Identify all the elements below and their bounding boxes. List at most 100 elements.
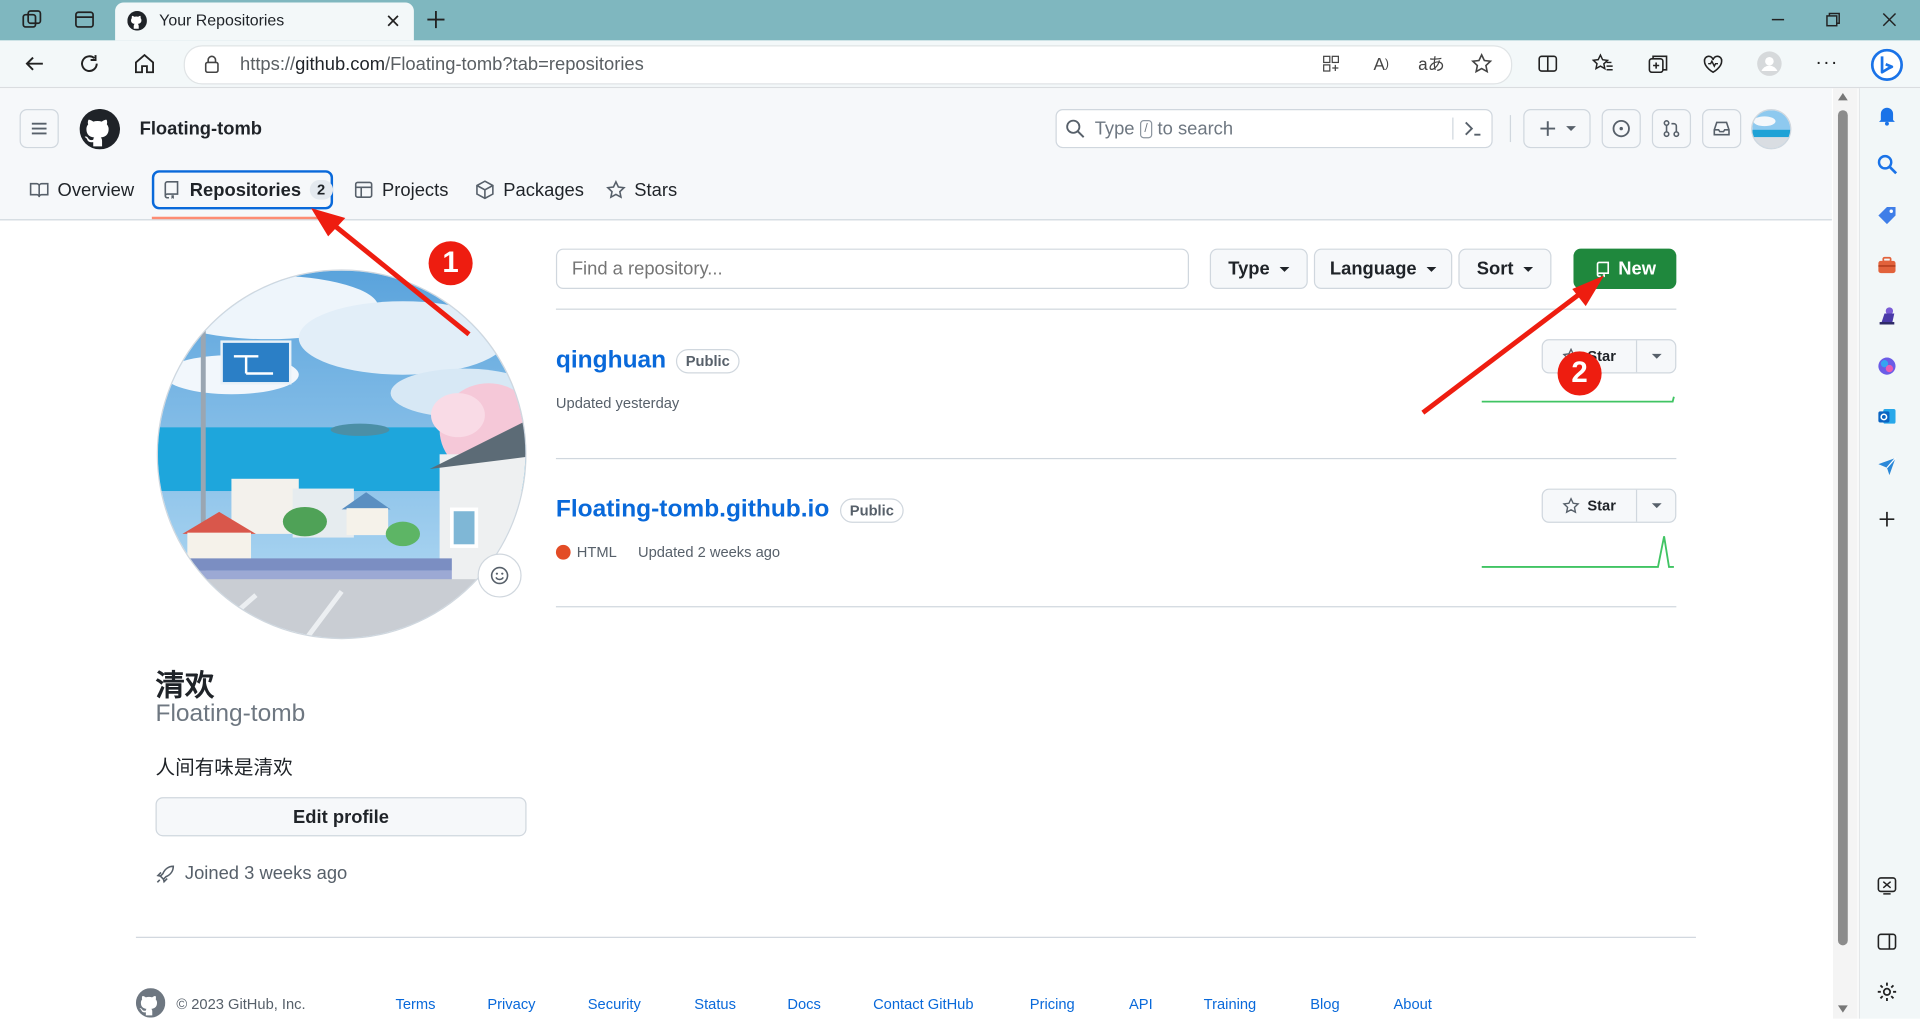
footer-link-about[interactable]: About: [1393, 996, 1431, 1013]
pull-requests-icon[interactable]: [1651, 108, 1692, 149]
repo-name-link[interactable]: qinghuan: [556, 347, 666, 375]
repo-list-divider: [555, 308, 1677, 310]
profile-avatar[interactable]: [156, 269, 527, 640]
step-marker-1: 1: [428, 241, 473, 286]
app-available-icon[interactable]: [1316, 49, 1345, 78]
tab-actions-icon[interactable]: [70, 5, 99, 34]
visibility-badge: Public: [675, 348, 740, 374]
star-button[interactable]: Star: [1541, 488, 1677, 523]
scroll-down-arrow-icon[interactable]: [1837, 1004, 1849, 1014]
home-icon[interactable]: [130, 49, 159, 78]
refresh-icon[interactable]: [75, 49, 104, 78]
footer-link-status[interactable]: Status: [694, 996, 736, 1013]
package-icon: [476, 180, 494, 200]
sidebar-search-icon[interactable]: [1872, 149, 1901, 178]
profile-icon[interactable]: [1755, 49, 1784, 78]
restore-icon[interactable]: [1818, 5, 1847, 34]
bing-copilot-icon[interactable]: [1869, 47, 1906, 84]
scroll-up-arrow-icon[interactable]: [1837, 92, 1849, 102]
language-filter-dropdown[interactable]: Language: [1313, 248, 1453, 289]
close-tab-icon[interactable]: [384, 12, 401, 29]
language-color-dot: [555, 544, 571, 560]
shopping-tag-icon[interactable]: [1872, 201, 1901, 230]
footer-link-api[interactable]: API: [1129, 996, 1153, 1013]
header-username[interactable]: Floating-tomb: [140, 119, 262, 140]
footer-link-privacy[interactable]: Privacy: [487, 996, 535, 1013]
footer-link-pricing[interactable]: Pricing: [1030, 996, 1075, 1013]
find-repository-input[interactable]: [555, 248, 1189, 289]
scrollbar-thumb[interactable]: [1837, 110, 1848, 946]
create-new-dropdown[interactable]: [1523, 108, 1591, 149]
repo-icon: [164, 181, 179, 199]
slash-key-hint: /: [1139, 120, 1153, 139]
tab-packages[interactable]: Packages: [475, 175, 584, 204]
github-footer-logo-icon[interactable]: [135, 988, 166, 1018]
hide-sidebar-icon[interactable]: [1872, 927, 1901, 956]
notification-bell-icon[interactable]: [1872, 100, 1901, 129]
tools-briefcase-icon[interactable]: [1872, 251, 1901, 280]
set-status-smiley-icon[interactable]: [477, 553, 522, 598]
footer-link-security[interactable]: Security: [588, 996, 641, 1013]
footer-link-terms[interactable]: Terms: [396, 996, 436, 1013]
translate-icon[interactable]: aあ: [1417, 49, 1446, 78]
browser-essentials-icon[interactable]: [1698, 49, 1727, 78]
new-repository-button[interactable]: New: [1573, 248, 1677, 289]
lock-icon[interactable]: [202, 54, 222, 74]
active-tab[interactable]: Your Repositories: [115, 2, 414, 41]
github-favicon-icon: [127, 11, 147, 31]
collections-icon[interactable]: [1643, 49, 1672, 78]
step-marker-2: 2: [1557, 351, 1602, 396]
github-logo-icon[interactable]: [79, 108, 121, 150]
repo-list-divider: [555, 457, 1677, 460]
profile-username: Floating-tomb: [155, 700, 306, 728]
new-tab-icon[interactable]: [421, 5, 450, 34]
repo-updated: Updated 2 weeks ago: [637, 543, 781, 561]
close-window-icon[interactable]: [1875, 5, 1904, 34]
footer-link-training[interactable]: Training: [1204, 996, 1257, 1013]
footer-link-contact[interactable]: Contact GitHub: [873, 996, 973, 1013]
read-aloud-icon[interactable]: A): [1367, 49, 1396, 78]
add-sidebar-app-icon[interactable]: [1872, 504, 1901, 533]
back-icon[interactable]: [20, 49, 49, 78]
games-icon[interactable]: [1872, 301, 1901, 330]
minimize-icon[interactable]: [1763, 5, 1792, 34]
tab-stars[interactable]: Stars: [606, 175, 677, 204]
star-list-dropdown[interactable]: [1637, 490, 1675, 522]
menu-hamburger-icon[interactable]: [19, 108, 59, 149]
microsoft-365-icon[interactable]: [1872, 351, 1901, 380]
outlook-icon[interactable]: [1872, 402, 1901, 431]
repo-icon: [1596, 261, 1609, 277]
split-screen-icon[interactable]: [1533, 49, 1562, 78]
workspaces-icon[interactable]: [17, 5, 46, 34]
footer-link-blog[interactable]: Blog: [1310, 996, 1339, 1013]
screenshot-icon[interactable]: [1872, 871, 1901, 900]
issues-icon[interactable]: [1601, 108, 1641, 149]
profile-full-name: 清欢: [155, 669, 215, 703]
rocket-icon: [156, 864, 175, 883]
inbox-icon[interactable]: [1702, 108, 1742, 149]
edit-profile-button[interactable]: Edit profile: [155, 797, 527, 837]
search-divider: [1452, 117, 1454, 140]
favorites-icon[interactable]: [1588, 49, 1617, 78]
plus-icon: [1539, 121, 1555, 136]
repo-name-link[interactable]: Floating-tomb.github.io: [556, 496, 829, 524]
sort-dropdown[interactable]: Sort: [1458, 248, 1552, 289]
repo-updated: Updated yesterday: [555, 394, 680, 412]
more-options-icon[interactable]: ···: [1812, 49, 1841, 78]
search-placeholder: Type / to search: [1094, 118, 1234, 140]
tab-overview[interactable]: Overview: [29, 175, 134, 204]
command-palette-icon[interactable]: [1463, 119, 1483, 139]
caret-down-icon: [1279, 266, 1290, 272]
send-drop-icon[interactable]: [1872, 451, 1901, 480]
favorite-star-icon[interactable]: [1467, 49, 1496, 78]
tab-projects[interactable]: Projects: [354, 175, 448, 204]
footer-link-docs[interactable]: Docs: [787, 996, 820, 1013]
user-avatar[interactable]: [1751, 108, 1792, 150]
star-list-dropdown[interactable]: [1637, 340, 1675, 372]
type-filter-dropdown[interactable]: Type: [1209, 248, 1308, 289]
activity-sparkline: [1481, 536, 1674, 568]
tab-repositories[interactable]: Repositories 2: [162, 175, 333, 204]
url-text[interactable]: https://github.com/Floating-tomb?tab=rep…: [240, 54, 644, 75]
header-divider: [1509, 115, 1512, 143]
sidebar-settings-gear-icon[interactable]: [1872, 977, 1901, 1006]
